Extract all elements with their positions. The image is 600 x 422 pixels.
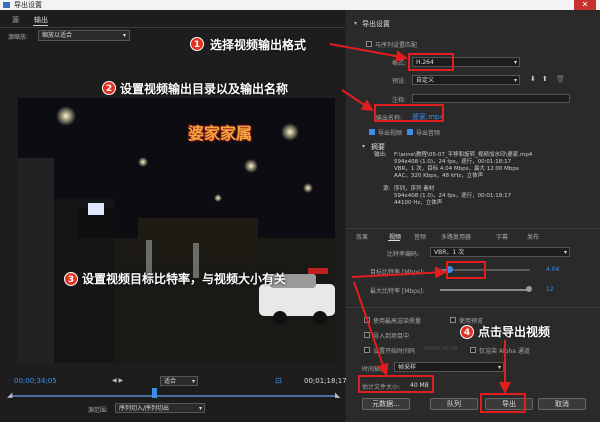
callout-arrows — [329, 43, 511, 394]
arrow-to-bitrate — [351, 266, 447, 279]
arrow-to-format — [329, 43, 408, 63]
arrow-to-file-size — [353, 281, 389, 376]
arrow-to-output-name — [341, 89, 374, 112]
